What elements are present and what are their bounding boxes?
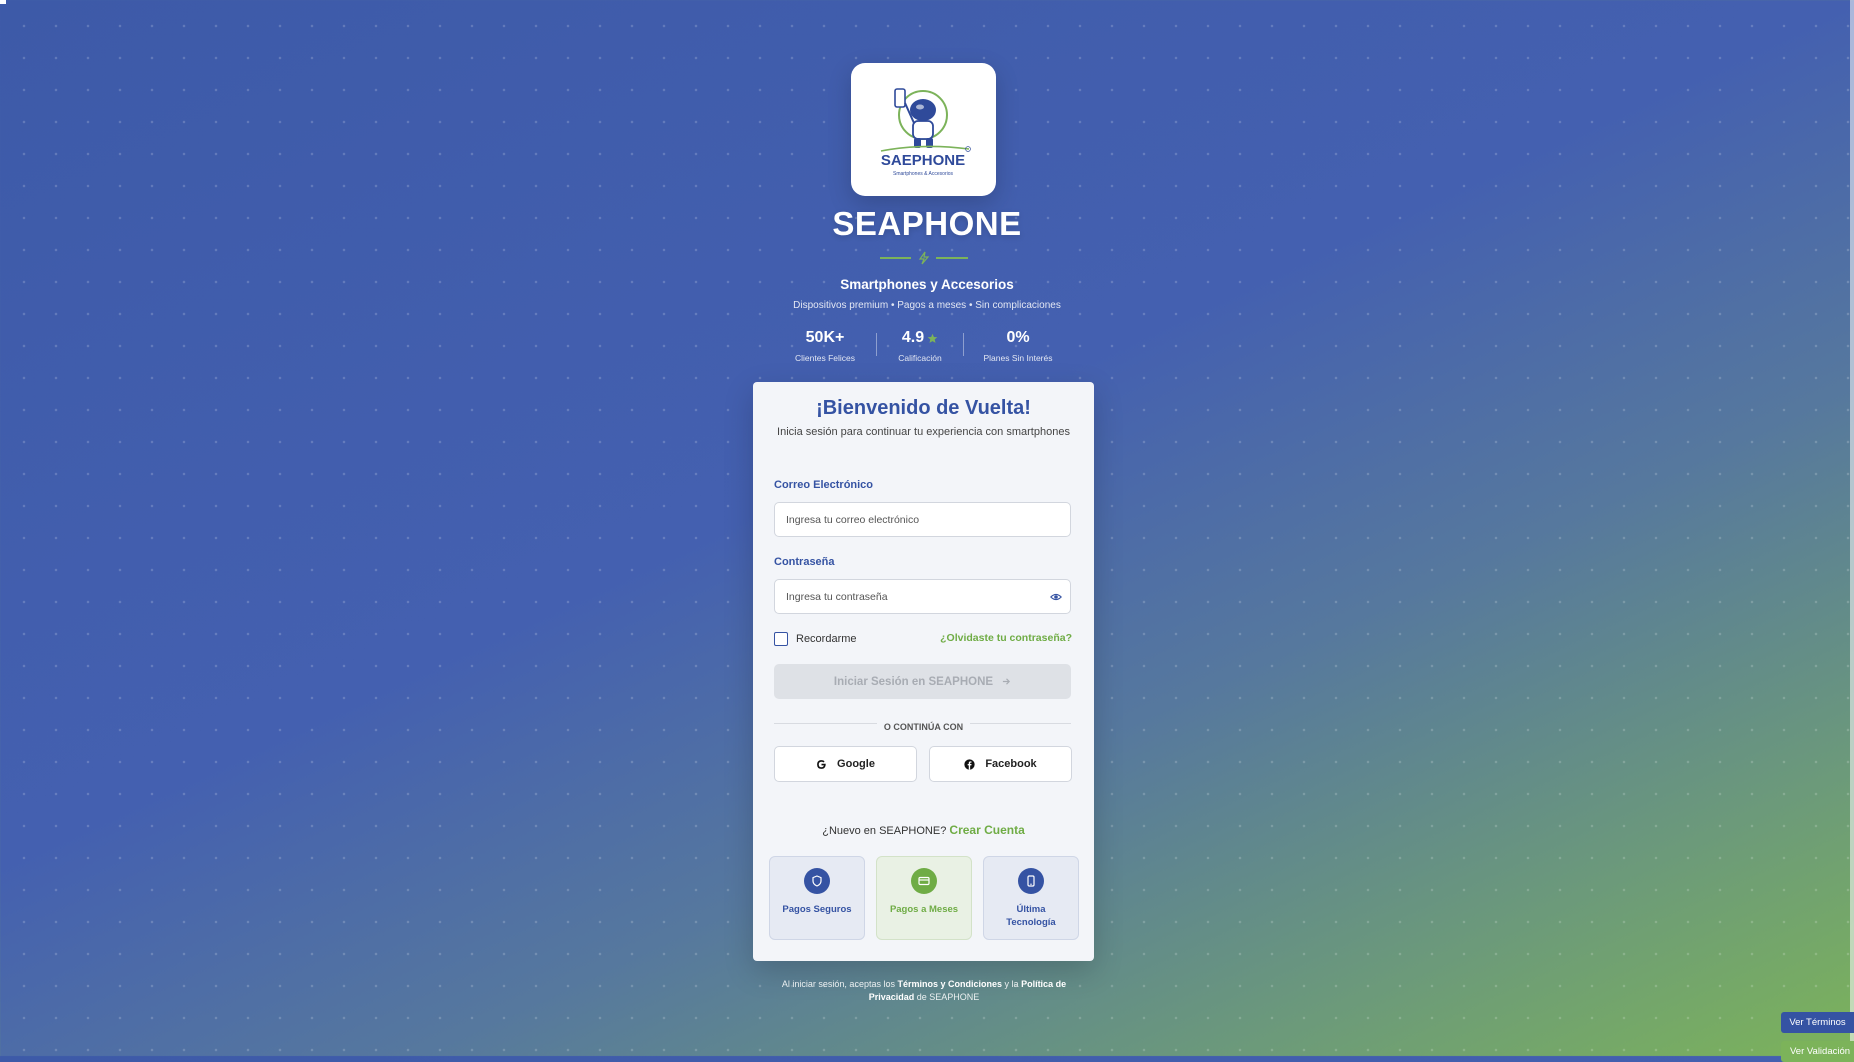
stat-clients: 50K+ Clientes Felices [785,329,865,363]
view-validation-button[interactable]: Ver Validación [1781,1041,1854,1062]
stat-label: Planes Sin Interés [983,353,1053,363]
eye-icon[interactable] [1050,591,1062,603]
create-account-link[interactable]: Crear Cuenta [949,823,1024,837]
legal-prefix: Al iniciar sesión, aceptas los [781,979,895,989]
stat-value: 4.9 [901,329,925,346]
stat-label: Clientes Felices [795,353,855,363]
feature-label: Última Tecnología [1006,904,1056,928]
legal-notice: Al iniciar sesión, aceptas los Términos … [764,978,1084,1004]
subtagline: Dispositivos premium • Pagos a meses • S… [793,300,1061,311]
or-divider-label: O CONTINÚA CON [753,717,1094,735]
stat-rating: 4.9 Calificación [880,329,960,363]
legal-middle: y la [1004,979,1019,989]
google-button[interactable]: Google [774,746,917,782]
google-icon [817,759,826,769]
logo-subtext: Smartphones & Accesorios [893,171,954,177]
arrow-right-icon [1002,678,1011,685]
password-field[interactable] [774,579,1071,614]
email-field[interactable] [774,502,1071,537]
logo-wordmark: SAEPHONE [881,152,965,169]
lightning-divider-icon [880,251,968,265]
shield-icon [804,868,830,894]
logo-card: SAEPHONE Smartphones & Accesorios [851,63,996,196]
remember-me[interactable]: Recordarme [774,632,857,646]
stat-value: 50K+ [805,329,845,346]
password-label: Contraseña [774,556,835,568]
brand-name: SEAPHONE [832,205,1022,242]
feature-label: Pagos a Meses [889,904,959,915]
stat-value: 0% [1006,329,1030,346]
email-input[interactable] [784,512,1038,527]
smartphone-icon [1018,868,1044,894]
email-label: Correo Electrónico [774,479,874,491]
remember-checkbox[interactable] [774,632,788,646]
signup-row: ¿Nuevo en SEAPHONE? Crear Cuenta [753,823,1094,837]
stat-label: Calificación [898,353,942,363]
feature-monthly-payments: Pagos a Meses [876,856,972,940]
facebook-icon [964,758,975,770]
facebook-button[interactable]: Facebook [929,746,1072,782]
stat-interest: 0% Planes Sin Interés [978,329,1058,363]
login-submit-button[interactable]: Iniciar Sesión en SEAPHONE [774,664,1071,699]
star-icon [927,333,938,343]
astronaut-logo-icon: SAEPHONE Smartphones & Accesorios [880,88,971,177]
feature-latest-tech: Última Tecnología [983,856,1079,940]
tagline: Smartphones y Accesorios [840,277,1014,292]
signup-prompt: ¿Nuevo en SEAPHONE? [822,825,947,837]
terms-link[interactable]: Términos y Condiciones [897,979,1002,989]
window-corner [0,0,6,4]
password-input[interactable] [784,589,1038,604]
login-subtitle: Inicia sesión para continuar tu experien… [777,426,1070,438]
view-terms-button[interactable]: Ver Términos [1781,1012,1854,1033]
facebook-label: Facebook [985,758,1037,770]
stat-divider [876,333,877,356]
submit-label: Iniciar Sesión en SEAPHONE [833,675,994,688]
remember-label: Recordarme [796,633,857,645]
login-card: ¡Bienvenido de Vuelta! Inicia sesión par… [753,382,1094,961]
forgot-password-link[interactable]: ¿Olvidaste tu contraseña? [940,632,1072,644]
login-title: ¡Bienvenido de Vuelta! [816,397,1031,419]
page-scrollbar[interactable] [1850,0,1854,1056]
stat-divider [963,333,964,356]
feature-label: Pagos Seguros [782,904,852,915]
legal-suffix: de SEAPHONE [916,992,980,1002]
feature-secure-payments: Pagos Seguros [769,856,865,940]
google-label: Google [837,758,875,770]
credit-card-icon [911,868,937,894]
